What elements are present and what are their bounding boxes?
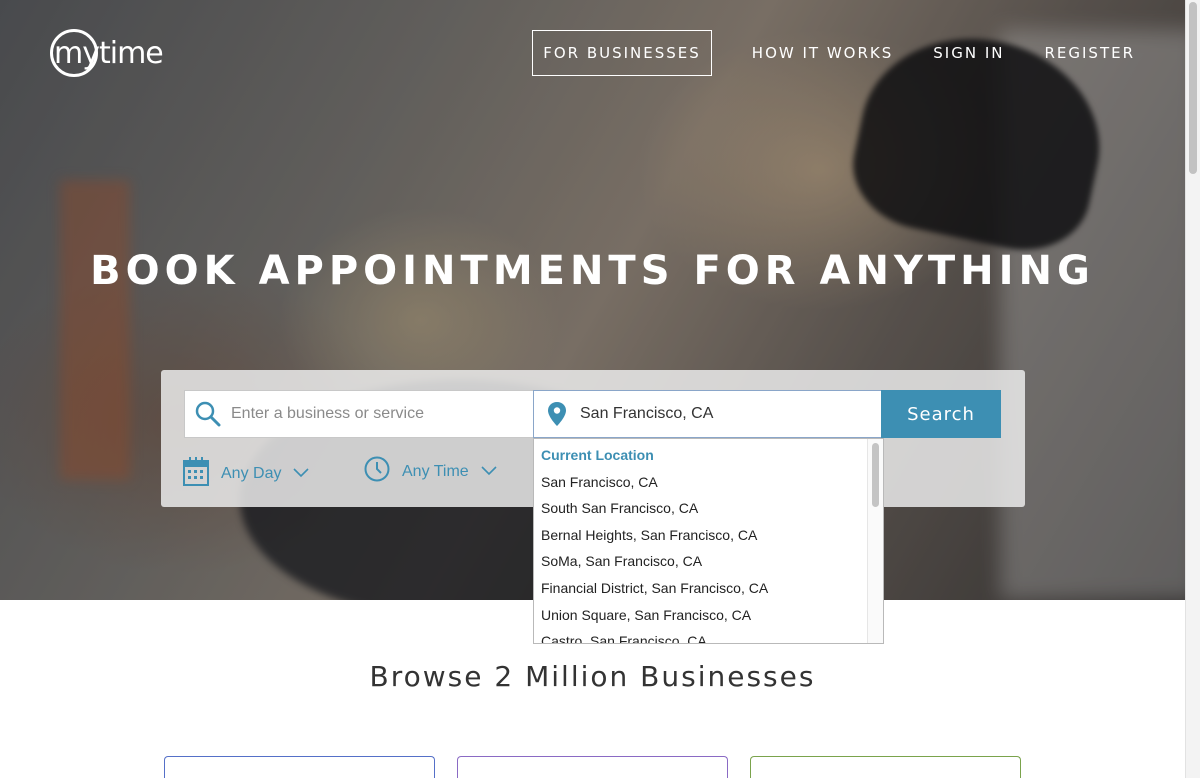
- chevron-down-icon: [293, 465, 310, 483]
- mytime-logo[interactable]: mytime: [50, 28, 164, 78]
- location-option[interactable]: Castro, San Francisco, CA: [534, 631, 883, 643]
- time-filter-label: Any Time: [402, 462, 469, 480]
- register-link[interactable]: REGISTER: [1044, 44, 1135, 62]
- dropdown-scrollbar-thumb[interactable]: [872, 443, 879, 507]
- location-option[interactable]: Financial District, San Francisco, CA: [534, 578, 883, 605]
- page-scrollbar[interactable]: [1185, 0, 1200, 778]
- location-option[interactable]: SoMa, San Francisco, CA: [534, 551, 883, 578]
- location-input[interactable]: [580, 405, 860, 423]
- location-search-field: [533, 390, 882, 438]
- location-option[interactable]: San Francisco, CA: [534, 472, 883, 499]
- how-it-works-link[interactable]: HOW IT WORKS: [752, 44, 893, 62]
- logo-text: mytime: [54, 35, 164, 71]
- location-option[interactable]: Union Square, San Francisco, CA: [534, 605, 883, 632]
- day-filter-label: Any Day: [221, 464, 282, 482]
- calendar-icon: [183, 456, 209, 491]
- day-filter[interactable]: Any Day: [183, 456, 310, 491]
- dropdown-scrollbar[interactable]: [867, 439, 883, 643]
- page-scrollbar-thumb[interactable]: [1189, 2, 1197, 174]
- service-input[interactable]: [231, 405, 511, 423]
- browse-title: Browse 2 Million Businesses: [369, 660, 816, 693]
- location-pin-icon: [534, 401, 580, 427]
- location-option[interactable]: South San Francisco, CA: [534, 498, 883, 525]
- for-businesses-button[interactable]: FOR BUSINESSES: [532, 30, 712, 76]
- category-card[interactable]: [457, 756, 728, 778]
- search-button[interactable]: Search: [881, 390, 1001, 438]
- hero-headline: BOOK APPOINTMENTS FOR ANYTHING: [90, 248, 1095, 294]
- service-search-field: [184, 390, 534, 438]
- time-filter[interactable]: Any Time: [364, 456, 497, 487]
- clock-icon: [364, 456, 390, 487]
- sign-in-link[interactable]: SIGN IN: [933, 44, 1004, 62]
- search-icon: [185, 401, 231, 427]
- category-card[interactable]: [750, 756, 1021, 778]
- chevron-down-icon: [481, 463, 497, 481]
- top-nav: FOR BUSINESSES HOW IT WORKS SIGN IN REGI…: [532, 30, 1145, 76]
- location-suggestions-dropdown: Current Location San Francisco, CA South…: [533, 438, 884, 644]
- location-option[interactable]: Bernal Heights, San Francisco, CA: [534, 525, 883, 552]
- category-card[interactable]: [164, 756, 435, 778]
- current-location-option[interactable]: Current Location: [534, 445, 883, 472]
